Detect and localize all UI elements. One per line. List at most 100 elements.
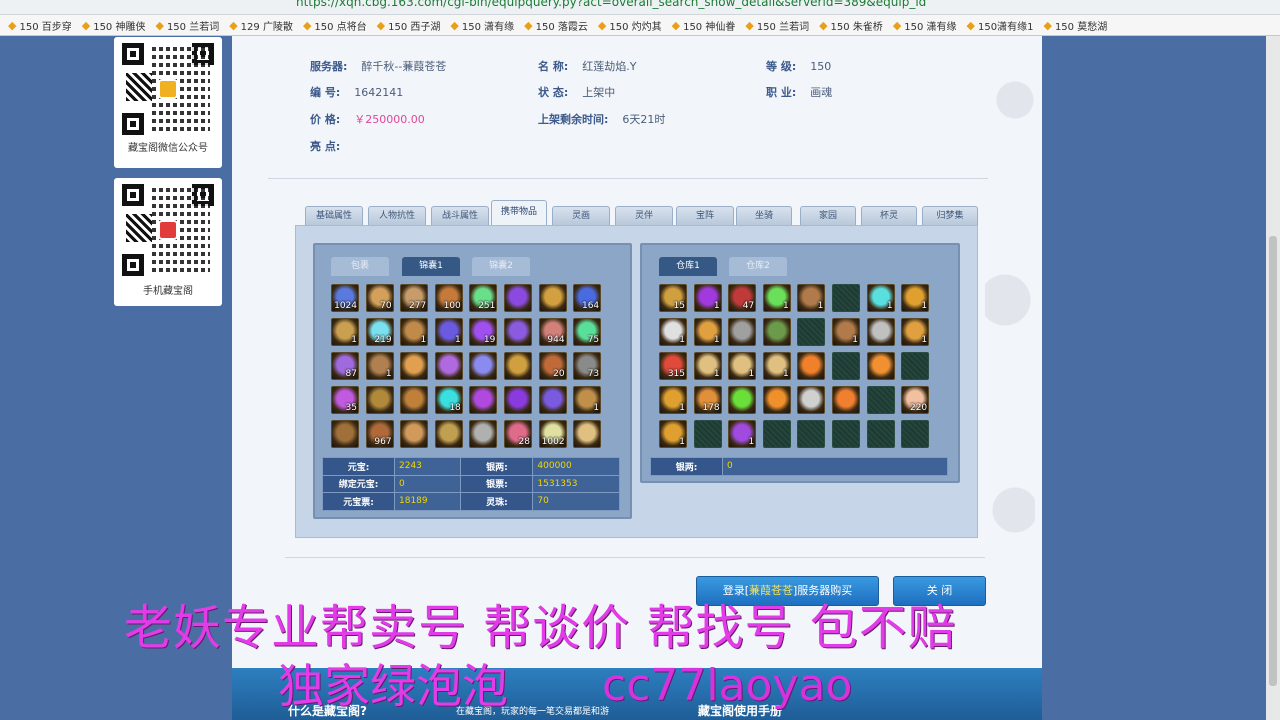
bookmark-item[interactable]: ◆ 150潇有缘1 — [967, 18, 1034, 33]
item-slot[interactable]: 18 — [434, 386, 463, 414]
item-slot[interactable] — [866, 352, 895, 380]
item-slot[interactable] — [469, 386, 498, 414]
item-slot[interactable] — [573, 420, 602, 448]
bookmark-item[interactable]: ◆ 150 灼灼其 — [598, 18, 662, 33]
tab-2[interactable]: 战斗属性 — [431, 206, 489, 225]
item-slot[interactable]: 70 — [365, 284, 394, 312]
item-slot[interactable] — [831, 284, 860, 312]
item-slot[interactable] — [503, 284, 532, 312]
item-slot[interactable]: 1 — [762, 352, 791, 380]
item-slot[interactable]: 1 — [573, 386, 602, 414]
item-slot[interactable]: 1 — [400, 318, 429, 346]
item-slot[interactable] — [762, 420, 791, 448]
item-slot[interactable] — [866, 318, 895, 346]
tab-4[interactable]: 灵画 — [552, 206, 610, 225]
item-slot[interactable] — [400, 386, 429, 414]
item-slot[interactable] — [762, 318, 791, 346]
tab-6[interactable]: 宝阵 — [676, 206, 734, 225]
item-slot[interactable] — [469, 352, 498, 380]
item-slot[interactable]: 1 — [365, 352, 394, 380]
subtab-1[interactable]: 仓库2 — [729, 257, 787, 276]
item-slot[interactable]: 944 — [538, 318, 567, 346]
item-slot[interactable]: 1 — [728, 420, 757, 448]
item-slot[interactable] — [331, 420, 359, 448]
item-slot[interactable]: 1 — [331, 318, 359, 346]
bookmark-item[interactable]: ◆ 150 莫愁湖 — [1043, 18, 1107, 33]
item-slot[interactable]: 219 — [365, 318, 394, 346]
bookmark-item[interactable]: ◆ 150 神雕侠 — [82, 18, 146, 33]
bookmark-item[interactable]: ◆ 150 潇有缘 — [450, 18, 514, 33]
item-slot[interactable]: 1 — [728, 352, 757, 380]
item-slot[interactable] — [538, 386, 567, 414]
item-slot[interactable]: 15 — [659, 284, 687, 312]
bookmark-item[interactable]: ◆ 150 神仙眷 — [672, 18, 736, 33]
item-slot[interactable] — [728, 318, 757, 346]
item-slot[interactable]: 28 — [503, 420, 532, 448]
item-slot[interactable]: 1 — [434, 318, 463, 346]
item-slot[interactable] — [503, 386, 532, 414]
item-slot[interactable]: 178 — [693, 386, 722, 414]
item-slot[interactable] — [901, 352, 930, 380]
item-slot[interactable]: 100 — [434, 284, 463, 312]
item-slot[interactable]: 1 — [693, 318, 722, 346]
item-slot[interactable]: 35 — [331, 386, 359, 414]
bookmark-item[interactable]: ◆ 150 朱雀桥 — [819, 18, 883, 33]
item-slot[interactable]: 315 — [659, 352, 687, 380]
item-slot[interactable] — [797, 352, 826, 380]
item-slot[interactable] — [400, 420, 429, 448]
bookmark-item[interactable]: ◆ 150 西子湖 — [377, 18, 441, 33]
item-slot[interactable] — [434, 352, 463, 380]
item-slot[interactable]: 20 — [538, 352, 567, 380]
item-slot[interactable]: 73 — [573, 352, 602, 380]
item-slot[interactable]: 1 — [693, 284, 722, 312]
tab-7[interactable]: 坐骑 — [736, 206, 792, 225]
item-slot[interactable] — [797, 420, 826, 448]
item-slot[interactable] — [503, 352, 532, 380]
item-slot[interactable] — [866, 420, 895, 448]
item-slot[interactable] — [866, 386, 895, 414]
bookmark-item[interactable]: ◆ 129 广陵散 — [229, 18, 293, 33]
item-slot[interactable] — [434, 420, 463, 448]
item-slot[interactable]: 19 — [469, 318, 498, 346]
item-slot[interactable] — [831, 420, 860, 448]
subtab-0[interactable]: 包裹 — [331, 257, 389, 276]
item-slot[interactable] — [762, 386, 791, 414]
item-slot[interactable]: 1 — [659, 420, 687, 448]
item-slot[interactable]: 1 — [659, 386, 687, 414]
item-slot[interactable]: 1002 — [538, 420, 567, 448]
item-slot[interactable]: 47 — [728, 284, 757, 312]
subtab-1[interactable]: 锦囊1 — [402, 257, 460, 276]
item-slot[interactable] — [400, 352, 429, 380]
item-slot[interactable]: 164 — [573, 284, 602, 312]
subtab-0[interactable]: 仓库1 — [659, 257, 717, 276]
subtab-2[interactable]: 锦囊2 — [472, 257, 530, 276]
item-slot[interactable] — [693, 420, 722, 448]
bookmark-item[interactable]: ◆ 150 兰若词 — [745, 18, 809, 33]
tab-10[interactable]: 归梦集 — [922, 206, 978, 225]
item-slot[interactable] — [831, 352, 860, 380]
tab-5[interactable]: 灵伴 — [615, 206, 673, 225]
bookmark-item[interactable]: ◆ 150 落霞云 — [524, 18, 588, 33]
tab-8[interactable]: 家园 — [800, 206, 856, 225]
item-slot[interactable]: 1 — [762, 284, 791, 312]
item-slot[interactable]: 1 — [831, 318, 860, 346]
item-slot[interactable] — [365, 386, 394, 414]
item-slot[interactable] — [797, 386, 826, 414]
item-slot[interactable]: 251 — [469, 284, 498, 312]
tab-3[interactable]: 携带物品 — [491, 200, 547, 225]
tab-0[interactable]: 基础属性 — [305, 206, 363, 225]
item-slot[interactable]: 1 — [901, 318, 930, 346]
item-slot[interactable]: 1 — [866, 284, 895, 312]
item-slot[interactable] — [538, 284, 567, 312]
item-slot[interactable]: 220 — [901, 386, 930, 414]
item-slot[interactable] — [831, 386, 860, 414]
bookmark-item[interactable]: ◆ 150 潇有缘 — [893, 18, 957, 33]
bookmark-item[interactable]: ◆ 150 兰若词 — [155, 18, 219, 33]
item-slot[interactable]: 1 — [693, 352, 722, 380]
item-slot[interactable] — [503, 318, 532, 346]
item-slot[interactable]: 967 — [365, 420, 394, 448]
item-slot[interactable]: 75 — [573, 318, 602, 346]
bookmark-item[interactable]: ◆ 150 百步穿 — [8, 18, 72, 33]
item-slot[interactable] — [797, 318, 826, 346]
tab-9[interactable]: 杯灵 — [861, 206, 917, 225]
